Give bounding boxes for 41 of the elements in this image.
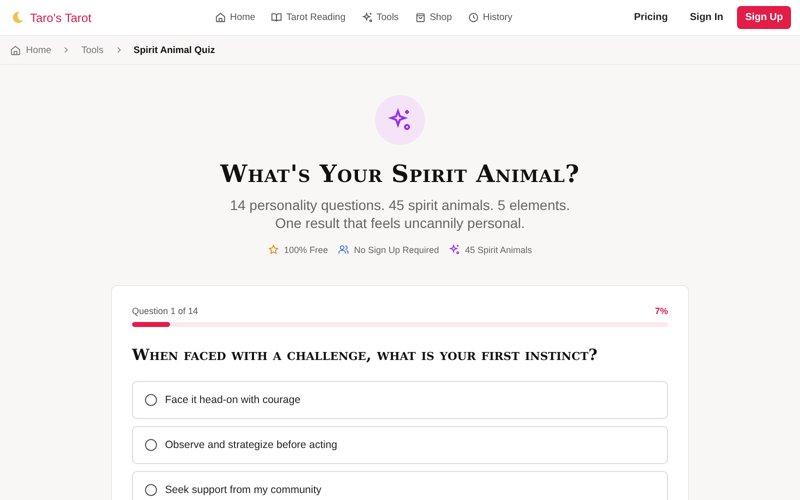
nav-link[interactable]: Tarot Reading [271,12,346,23]
shopping-bag-icon [414,12,426,23]
header-link[interactable]: Sign In [690,12,724,23]
question-text: When faced with a challenge, what is your first instinct? [132,345,598,364]
breadcrumb-link[interactable]: Home [10,44,52,56]
progress-label: Question 1 of 14 [132,306,198,316]
option-label: Seek support from my community [165,484,322,496]
feature-label: 45 Spirit Animals [465,244,532,254]
radio-button[interactable] [145,394,157,406]
users-icon [338,244,349,255]
crescent-moon-icon [10,10,25,25]
breadcrumb-link[interactable]: Spirit Animal Quiz [134,44,215,56]
header-link[interactable]: Pricing [634,12,668,23]
option-label: Face it head-on with courage [165,394,300,406]
feature-label: No Sign Up Required [354,244,440,254]
sparkles-icon [388,108,412,132]
nav-link[interactable]: Tools [362,12,399,23]
radio-button[interactable] [145,484,157,496]
subtitle-line: 14 personality questions. 45 spirit animals. 5 elements. [230,196,570,214]
answer-option[interactable]: Observe and strategize before acting [132,426,668,464]
home-icon [10,44,21,56]
breadcrumb-link[interactable]: Tools [81,44,104,56]
nav-link[interactable]: Home [215,12,256,23]
clock-icon [468,12,479,23]
sign-up-button[interactable]: Sign Up [737,6,791,29]
option-label: Observe and strategize before acting [165,439,338,451]
answer-option[interactable]: Face it head-on with courage [132,381,668,419]
page-title: What's Your Spirit Animal? [220,159,580,188]
feature-label: 100% Free [284,244,328,254]
subtitle-line: One result that feels uncannily personal. [274,214,526,232]
sparkles-icon [362,12,372,23]
progress-percent: 7% [654,306,668,316]
answer-option[interactable]: Seek support from my community [132,471,668,500]
nav-link[interactable]: History [468,12,512,23]
home-icon [215,12,226,23]
nav-link[interactable]: Shop [414,12,452,23]
radio-button[interactable] [145,439,157,451]
sparkles-icon [449,244,460,255]
star-icon [268,244,279,255]
book-icon [271,12,282,23]
site-logo[interactable]: Taro's Tarot [30,10,92,24]
